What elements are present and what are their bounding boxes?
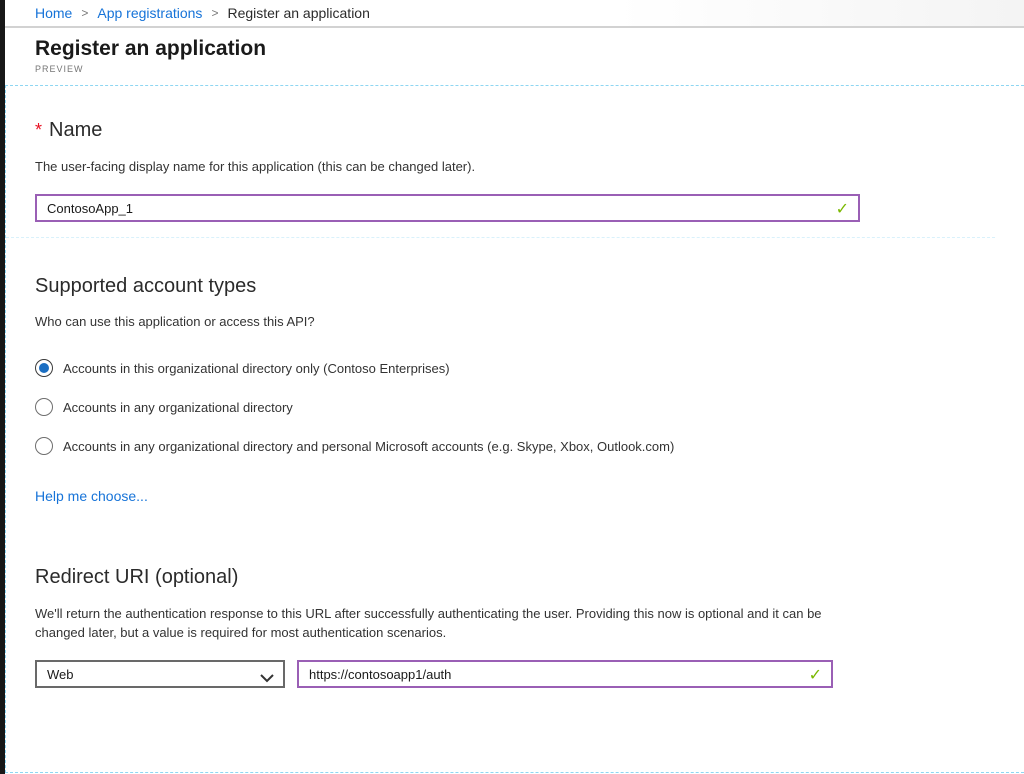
preview-badge: PREVIEW	[35, 64, 1024, 74]
radio-accounts-this-directory[interactable]: Accounts in this organizational director…	[35, 358, 1024, 378]
radio-accounts-any-directory[interactable]: Accounts in any organizational directory	[35, 397, 1024, 417]
platform-dropdown[interactable]: Web	[35, 660, 285, 688]
redirect-uri-value: https://contosoapp1/auth	[309, 667, 451, 682]
radio-label: Accounts in any organizational directory…	[63, 439, 674, 454]
breadcrumb-current-page: Register an application	[227, 5, 369, 21]
breadcrumb-separator: >	[211, 6, 218, 20]
section-divider	[6, 237, 995, 238]
valid-check-icon: ✓	[836, 199, 849, 219]
register-form: * Name The user-facing display name for t…	[5, 85, 1024, 773]
radio-button-icon	[35, 437, 53, 455]
name-description: The user-facing display name for this ap…	[35, 158, 1024, 175]
breadcrumb-separator: >	[81, 6, 88, 20]
page-title: Register an application	[35, 37, 1024, 61]
platform-dropdown-value: Web	[47, 667, 74, 682]
help-me-choose-link[interactable]: Help me choose...	[35, 488, 148, 504]
radio-label: Accounts in any organizational directory	[63, 400, 293, 415]
name-heading-label: Name	[49, 119, 102, 141]
required-asterisk: *	[35, 120, 42, 140]
chevron-down-icon	[260, 671, 274, 686]
breadcrumb: Home > App registrations > Register an a…	[5, 0, 1024, 28]
page-header: Register an application PREVIEW	[5, 30, 1024, 85]
breadcrumb-link-app-registrations[interactable]: App registrations	[97, 5, 202, 21]
name-section-heading: * Name	[35, 116, 1024, 144]
app-name-value: ContosoApp_1	[47, 201, 133, 216]
account-types-question: Who can use this application or access t…	[35, 313, 1024, 330]
redirect-uri-input[interactable]: https://contosoapp1/auth ✓	[297, 660, 833, 688]
redirect-uri-heading: Redirect URI (optional)	[35, 562, 1024, 592]
redirect-uri-description: We'll return the authentication response…	[35, 604, 845, 642]
valid-check-icon: ✓	[809, 665, 822, 685]
radio-label: Accounts in this organizational director…	[63, 361, 450, 376]
breadcrumb-link-home[interactable]: Home	[35, 5, 72, 21]
radio-button-icon	[35, 398, 53, 416]
redirect-uri-row: Web https://contosoapp1/auth ✓	[35, 660, 1024, 688]
app-name-input[interactable]: ContosoApp_1 ✓	[35, 194, 860, 222]
radio-button-icon	[35, 359, 53, 377]
account-types-heading: Supported account types	[35, 272, 1024, 300]
radio-accounts-any-directory-personal[interactable]: Accounts in any organizational directory…	[35, 436, 1024, 456]
